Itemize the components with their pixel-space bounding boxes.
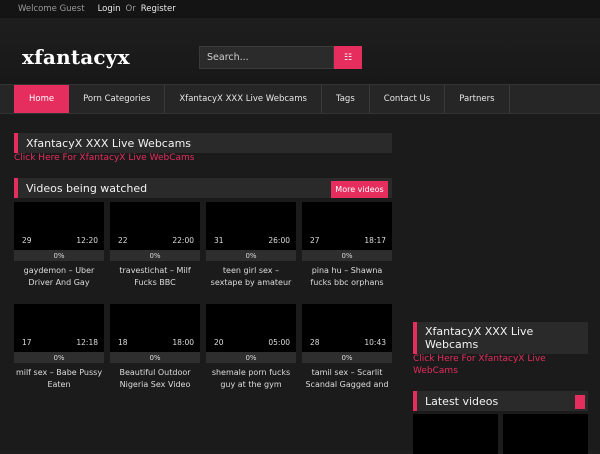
video-title-line: gaydemon – Uber bbox=[23, 266, 95, 275]
video-title[interactable]: teen girl sex – sextape by amateur bbox=[206, 265, 296, 289]
nav-tags[interactable]: Tags bbox=[322, 85, 370, 113]
sidebar-webcams-title: XfantacyX XXX Live Webcams bbox=[413, 322, 588, 354]
rating-bar: 0% bbox=[110, 250, 200, 261]
nav-partners[interactable]: Partners bbox=[445, 85, 510, 113]
sidebar-webcams-link[interactable]: Click Here For XfantacyX Live WebCams bbox=[413, 353, 546, 377]
nav-home[interactable]: Home bbox=[14, 85, 70, 113]
nav-porn-categories[interactable]: Porn Categories bbox=[69, 85, 166, 113]
video-title[interactable]: shemale porn fucks guy at the gym bbox=[206, 367, 296, 391]
video-duration: 22:00 bbox=[172, 236, 194, 245]
video-title-line: sextape by amateur bbox=[210, 278, 292, 287]
video-card[interactable]: 27 18:17 0% pina hu – Shawna fucks bbc orp… bbox=[302, 202, 392, 289]
video-duration: 26:00 bbox=[268, 236, 290, 245]
grid-icon: ☷ bbox=[343, 52, 353, 63]
video-title-line: milf sex – Babe Pussy bbox=[15, 368, 103, 377]
video-card[interactable]: 20 05:00 0% shemale porn fucks guy at the … bbox=[206, 304, 296, 391]
video-title[interactable]: Beautiful Outdoor Nigeria Sex Video bbox=[110, 367, 200, 391]
video-count: 29 bbox=[22, 236, 32, 245]
video-title-line: teen girl sex – bbox=[222, 266, 280, 275]
rating-bar: 0% bbox=[302, 250, 392, 261]
video-thumbnail[interactable]: 18 18:00 bbox=[110, 304, 200, 352]
rating-bar: 0% bbox=[206, 250, 296, 261]
video-thumbnail[interactable]: 22 22:00 bbox=[110, 202, 200, 250]
video-title-line: Eaten bbox=[47, 380, 71, 389]
video-count: 27 bbox=[310, 236, 320, 245]
video-title[interactable]: gaydemon – Uber Driver And Gay bbox=[14, 265, 104, 289]
rating-bar: 0% bbox=[14, 250, 104, 261]
video-thumbnail[interactable]: 17 12:18 bbox=[14, 304, 104, 352]
video-title[interactable]: milf sex – Babe Pussy Eaten bbox=[14, 367, 104, 391]
search-input[interactable]: Search... bbox=[199, 46, 334, 69]
video-thumbnail[interactable]: 31 26:00 bbox=[206, 202, 296, 250]
video-card[interactable]: 29 12:20 0% gaydemon – Uber Driver And Gay bbox=[14, 202, 104, 289]
video-duration: 18:00 bbox=[172, 338, 194, 347]
video-duration: 18:17 bbox=[364, 236, 386, 245]
video-title-line: shemale porn fucks bbox=[211, 368, 291, 377]
video-card[interactable]: 18 18:00 0% Beautiful Outdoor Nigeria Sex … bbox=[110, 304, 200, 391]
video-duration: 12:18 bbox=[76, 338, 98, 347]
video-title-line: Beautiful Outdoor bbox=[119, 368, 191, 377]
video-title-line: Nigeria Sex Video bbox=[119, 380, 191, 389]
video-title-line: Fucks BBC bbox=[134, 278, 176, 287]
site-logo[interactable]: xfantacyx bbox=[22, 45, 130, 69]
search-button[interactable]: ☷ bbox=[334, 46, 362, 69]
video-card[interactable]: 31 26:00 0% teen girl sex – sextape by ama… bbox=[206, 202, 296, 289]
login-link[interactable]: Login bbox=[98, 4, 121, 14]
latest-more-button[interactable] bbox=[575, 395, 585, 409]
video-count: 17 bbox=[22, 338, 32, 347]
video-card[interactable]: 28 10:43 0% tamil sex – Scarlit Scandal Ga… bbox=[302, 304, 392, 391]
latest-videos-title: Latest videos bbox=[413, 391, 588, 411]
video-duration: 12:20 bbox=[76, 236, 98, 245]
main-nav: Home Porn Categories XfantacyX XXX Live … bbox=[0, 84, 600, 114]
video-count: 18 bbox=[118, 338, 128, 347]
video-title-line: Scandal Gagged and bbox=[305, 380, 389, 389]
more-videos-button[interactable]: More videos bbox=[331, 181, 388, 198]
video-title[interactable]: travestichat – Milf Fucks BBC bbox=[110, 265, 200, 289]
sidebar-webcams-link-line: Click Here For XfantacyX Live bbox=[413, 354, 546, 364]
rating-bar: 0% bbox=[302, 352, 392, 363]
video-title[interactable]: tamil sex – Scarlit Scandal Gagged and bbox=[302, 367, 392, 391]
webcams-title: XfantacyX XXX Live Webcams bbox=[14, 133, 392, 153]
sidebar-webcams-title-line: Webcams bbox=[425, 338, 479, 351]
video-count: 20 bbox=[214, 338, 224, 347]
video-thumbnail[interactable]: 27 18:17 bbox=[302, 202, 392, 250]
video-title[interactable]: pina hu – Shawna fucks bbc orphans bbox=[302, 265, 392, 289]
rating-bar: 0% bbox=[14, 352, 104, 363]
top-bar: Welcome Guest Login Or Register bbox=[0, 0, 600, 18]
site-header: xfantacyx Search... ☷ bbox=[0, 18, 600, 84]
video-title-line: travestichat – Milf bbox=[119, 266, 191, 275]
video-title-line: tamil sex – Scarlit bbox=[311, 368, 383, 377]
webcams-link[interactable]: Click Here For XfantacyX Live WebCams bbox=[14, 153, 194, 163]
video-title-line: fucks bbc orphans bbox=[310, 278, 384, 287]
video-thumbnail[interactable]: 29 12:20 bbox=[14, 202, 104, 250]
nav-live-webcams[interactable]: XfantacyX XXX Live Webcams bbox=[165, 85, 322, 113]
nav-contact-us[interactable]: Contact Us bbox=[370, 85, 446, 113]
register-link[interactable]: Register bbox=[141, 4, 176, 14]
sidebar-webcams-title-line: XfantacyX XXX Live bbox=[425, 325, 534, 338]
video-thumbnail[interactable]: 28 10:43 bbox=[302, 304, 392, 352]
video-title-line: guy at the gym bbox=[220, 380, 282, 389]
rating-bar: 0% bbox=[110, 352, 200, 363]
or-text: Or bbox=[125, 4, 136, 14]
video-thumbnail[interactable]: 20 05:00 bbox=[206, 304, 296, 352]
latest-video-thumbnail[interactable] bbox=[503, 414, 588, 454]
video-duration: 05:00 bbox=[268, 338, 290, 347]
video-count: 31 bbox=[214, 236, 224, 245]
video-duration: 10:43 bbox=[364, 338, 386, 347]
video-card[interactable]: 22 22:00 0% travestichat – Milf Fucks BBC bbox=[110, 202, 200, 289]
welcome-text: Welcome Guest bbox=[18, 4, 85, 14]
video-title-line: pina hu – Shawna bbox=[311, 266, 383, 275]
video-title-line: Driver And Gay bbox=[28, 278, 90, 287]
sidebar-webcams-link-line: WebCams bbox=[413, 366, 458, 376]
video-count: 22 bbox=[118, 236, 128, 245]
video-count: 28 bbox=[310, 338, 320, 347]
video-card[interactable]: 17 12:18 0% milf sex – Babe Pussy Eaten bbox=[14, 304, 104, 391]
latest-video-thumbnail[interactable] bbox=[413, 414, 498, 454]
rating-bar: 0% bbox=[206, 352, 296, 363]
